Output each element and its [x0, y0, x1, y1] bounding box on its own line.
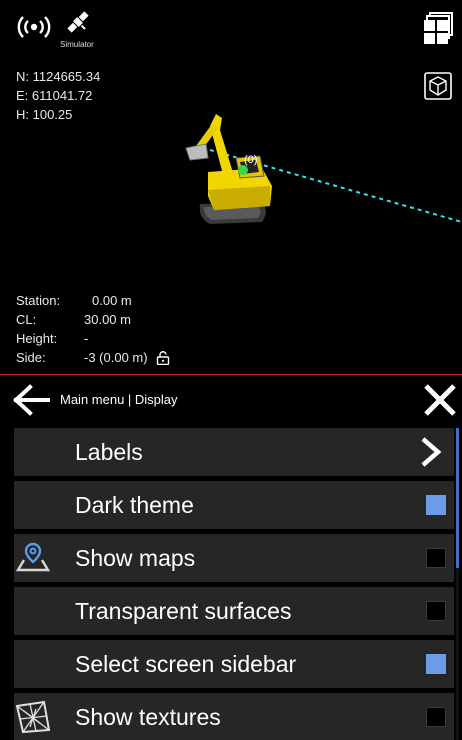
gnss-signal-icon[interactable]: [14, 12, 54, 42]
close-icon[interactable]: [422, 382, 458, 418]
texture-icon: [15, 700, 51, 734]
side-value: -3 (0.00 m): [84, 350, 148, 365]
scrollbar-thumb[interactable]: [456, 428, 459, 568]
cl-label: CL:: [16, 312, 37, 327]
side-row: Side: -3 (0.00 m): [16, 348, 170, 367]
panel-divider: [0, 374, 462, 375]
show-textures-checkbox[interactable]: [426, 707, 446, 727]
menu-item-labels[interactable]: Labels: [14, 428, 454, 476]
menu-item-dark-theme[interactable]: Dark theme: [14, 481, 454, 529]
menu-item-show-textures[interactable]: Show textures: [14, 693, 454, 740]
station-row: Station: 0.00 m: [16, 291, 170, 310]
menu-item-label: Show maps: [75, 545, 196, 571]
show-maps-checkbox[interactable]: [426, 548, 446, 568]
side-label: Side:: [16, 350, 46, 365]
map-pin-icon: [15, 542, 51, 572]
select-screen-sidebar-checkbox[interactable]: [426, 654, 446, 674]
menu-item-label: Show textures: [75, 704, 221, 730]
height-label: Height:: [16, 331, 58, 346]
height-info-value: -: [84, 331, 89, 346]
layers-icon[interactable]: [422, 12, 454, 46]
menu-header: Main menu | Display: [0, 376, 462, 424]
3d-viewport[interactable]: Simulator N: 1124665.34 E: 611041.72 H: …: [0, 0, 462, 374]
station-label: Station:: [16, 293, 61, 308]
simulator-label: Simulator: [60, 40, 94, 49]
menu-item-transparent-surfaces[interactable]: Transparent surfaces: [14, 587, 454, 635]
transparent-surfaces-checkbox[interactable]: [426, 601, 446, 621]
northing-value: N: 1124665.34: [16, 69, 101, 84]
cube-view-icon[interactable]: [424, 72, 452, 100]
excavator-scene: (0): [185, 114, 462, 224]
excavator-model: [185, 114, 272, 224]
menu-item-label: Dark theme: [75, 492, 194, 518]
menu-item-select-screen-sidebar[interactable]: Select screen sidebar: [14, 640, 454, 688]
unlock-icon[interactable]: [156, 350, 170, 365]
breadcrumb: Main menu | Display: [60, 392, 178, 407]
dark-theme-checkbox[interactable]: [426, 495, 446, 515]
menu-item-show-maps[interactable]: Show maps: [14, 534, 454, 582]
back-arrow-icon[interactable]: [12, 384, 50, 416]
cl-row: CL: 30.00 m: [16, 310, 170, 329]
height-row: Height: -: [16, 329, 170, 348]
cl-value: 30.00 m: [84, 312, 131, 327]
target-point: [238, 165, 248, 175]
menu-item-label: Transparent surfaces: [75, 598, 292, 624]
menu-item-label: Select screen sidebar: [75, 651, 297, 677]
satellite-icon[interactable]: [64, 8, 92, 36]
menu-item-label: Labels: [75, 439, 143, 465]
station-info-panel: Station: 0.00 m CL: 30.00 m Height: - Si…: [16, 291, 170, 367]
settings-menu-list[interactable]: Labels Dark theme Show maps Transparent …: [0, 428, 462, 740]
station-value: 0.00 m: [92, 293, 132, 308]
point-label: (0): [244, 154, 257, 166]
chevron-right-icon: [421, 437, 442, 467]
